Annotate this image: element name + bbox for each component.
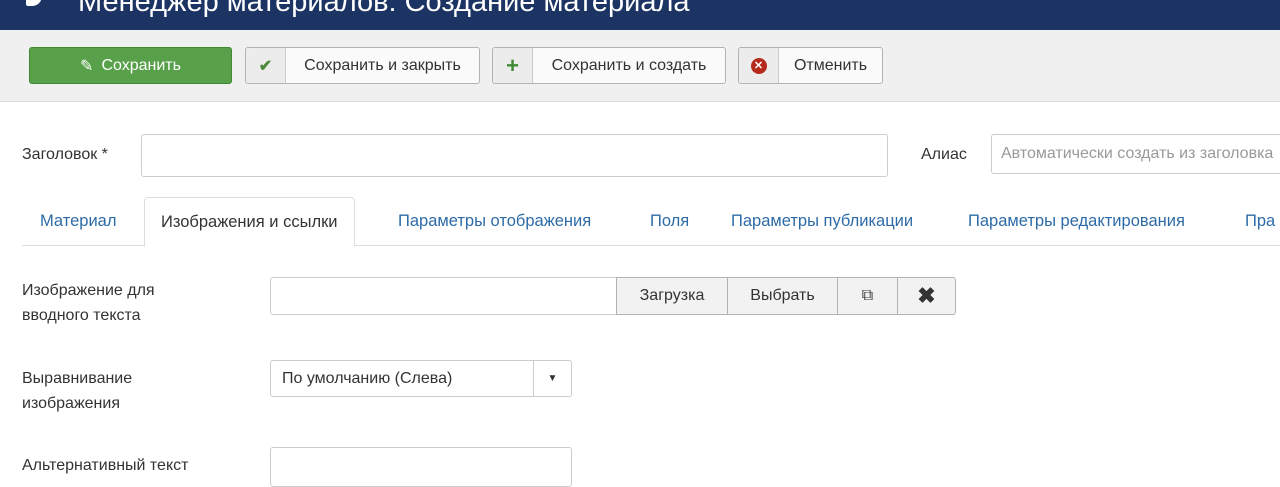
upload-button[interactable]: Загрузка xyxy=(616,277,728,315)
header: Менеджер материалов: Создание материала xyxy=(0,0,1280,30)
alias-input[interactable]: Автоматически создать из заголовка xyxy=(991,134,1280,174)
tab-editing-options[interactable]: Параметры редактирования xyxy=(968,197,1185,246)
chevron-down-icon: ▼ xyxy=(533,361,571,396)
tab-publishing[interactable]: Параметры публикации xyxy=(731,197,913,246)
tab-permissions[interactable]: Пра xyxy=(1245,197,1275,246)
intro-image-label: Изображение для вводного текста xyxy=(22,282,155,324)
image-align-value: По умолчанию (Слева) xyxy=(282,369,453,387)
preview-copy-icon[interactable]: ⧉ xyxy=(837,277,898,315)
image-align-label: Выравнивание изображения xyxy=(22,370,133,412)
cancel-button[interactable]: ✕ Отменить xyxy=(738,47,883,84)
tab-display-options[interactable]: Параметры отображения xyxy=(398,197,591,246)
save-close-label: Сохранить и закрыть xyxy=(304,56,461,74)
cancel-label: Отменить xyxy=(793,56,868,74)
plus-icon: + xyxy=(493,48,533,83)
toolbar: ✎ Сохранить ✔ Сохранить и закрыть + Сохр… xyxy=(0,30,1280,102)
check-icon: ✔ xyxy=(246,48,286,83)
alt-text-label: Альтернативный текст xyxy=(22,457,189,474)
cancel-icon: ✕ xyxy=(739,48,779,83)
tab-bar: Материал Изображения и ссылки Параметры … xyxy=(22,197,1280,247)
alias-label: Алиас xyxy=(921,146,967,163)
page-title: Менеджер материалов: Создание материала xyxy=(78,0,690,18)
intro-image-input[interactable] xyxy=(270,277,620,315)
save-new-label: Сохранить и создать xyxy=(551,56,707,74)
tab-images-links[interactable]: Изображения и ссылки xyxy=(144,197,355,247)
joomla-logo-icon xyxy=(26,0,42,6)
title-label: Заголовок * xyxy=(22,146,108,163)
tab-content[interactable]: Материал xyxy=(40,197,117,246)
image-button-group: Загрузка Выбрать ⧉ ✖ xyxy=(616,277,956,315)
save-label: Сохранить xyxy=(101,56,181,74)
select-button[interactable]: Выбрать xyxy=(727,277,838,315)
clear-icon[interactable]: ✖ xyxy=(897,277,956,315)
save-button[interactable]: ✎ Сохранить xyxy=(29,47,232,84)
image-align-select[interactable]: По умолчанию (Слева) ▼ xyxy=(270,360,572,397)
title-input[interactable] xyxy=(141,134,888,177)
edit-icon: ✎ xyxy=(80,57,94,75)
alt-text-input[interactable] xyxy=(270,447,572,487)
save-close-button[interactable]: ✔ Сохранить и закрыть xyxy=(245,47,480,84)
save-new-button[interactable]: + Сохранить и создать xyxy=(492,47,726,84)
tab-fields[interactable]: Поля xyxy=(650,197,689,246)
